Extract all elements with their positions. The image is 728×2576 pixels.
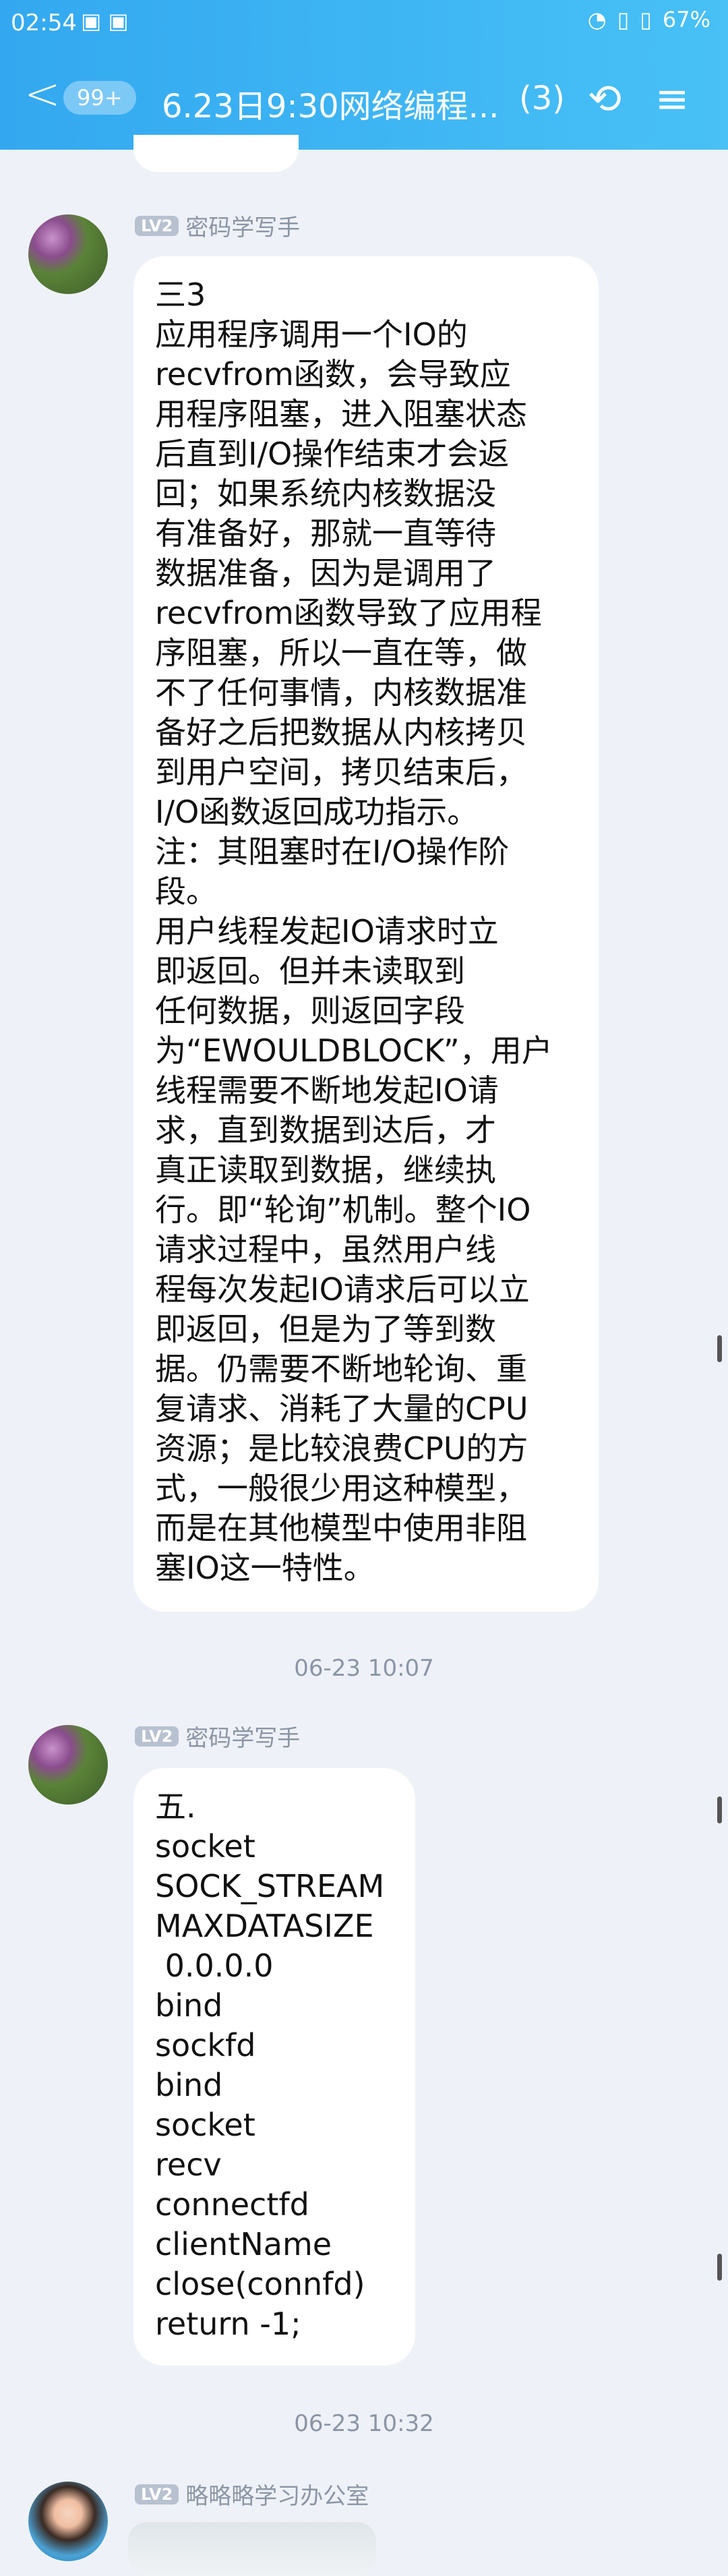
- level-badge: LV2: [135, 2484, 179, 2505]
- message-line: 0.0.0.0: [155, 1948, 274, 1984]
- message-line: 三3: [155, 276, 206, 313]
- previous-message-bubble: [133, 135, 299, 172]
- message-bubble[interactable]: 五. socket SOCK_STREAM MAXDATASIZE 0.0.0.0 bi…: [133, 1768, 415, 2366]
- avatar[interactable]: [28, 2482, 108, 2561]
- message-bubble[interactable]: 三3 应用程序调用一个IO的 recvfrom函数，会导致应 用程序阻塞，进入阻塞状态…: [133, 256, 599, 1612]
- scrollbar-thumb[interactable]: [717, 2254, 722, 2281]
- menu-icon[interactable]: ≡: [646, 73, 698, 125]
- vibrate-icon: ▯: [640, 7, 652, 32]
- avatar[interactable]: [28, 214, 108, 294]
- level-badge: LV2: [135, 215, 179, 236]
- message-line: 任何数据，则返回字段: [155, 993, 465, 1029]
- message-line: SOCK_STREAM: [155, 1868, 385, 1904]
- message-line: 有准备好，那就一直等待: [155, 515, 496, 552]
- message-line: 即返回，但是为了等到数: [155, 1311, 496, 1347]
- message-line: 应用程序调用一个IO的: [155, 316, 468, 353]
- unread-count-badge[interactable]: 99+: [63, 81, 136, 115]
- scrollbar-thumb[interactable]: [717, 1335, 722, 1362]
- timestamp: 06-23 10:07: [294, 1655, 434, 1682]
- message-line: 据。仍需要不断地轮询、重: [155, 1351, 527, 1387]
- notification-icons: ▣ ▣: [81, 8, 129, 34]
- title-bar: < 99+ 6.23日9:30网络编程... (3) ⟲ ≡: [0, 61, 728, 142]
- image-message[interactable]: [128, 2522, 376, 2576]
- message-line: 即返回。但并未读取到: [155, 953, 465, 989]
- message-line: 不了任何事情，内核数据准: [155, 674, 527, 711]
- message-line: clientName: [155, 2226, 332, 2262]
- sender-info: LV2 略略略学习办公室: [135, 2478, 369, 2511]
- message-line: sockfd: [155, 2027, 256, 2063]
- message-line: I/O函数返回成功指示。: [155, 794, 479, 830]
- avatar[interactable]: [28, 1725, 108, 1805]
- message-line: 请求过程中，虽然用户线: [155, 1231, 496, 1268]
- message-line: 为“EWOULDBLOCK”，用户: [155, 1032, 553, 1069]
- message-line: 用程序阻塞，进入阻塞状态: [155, 396, 527, 432]
- sim-icon: ▯: [617, 7, 630, 32]
- message-line: socket: [155, 1828, 255, 1865]
- sender-info: LV2 密码学写手: [135, 209, 300, 242]
- message-line: 注：其阻塞时在I/O操作阶: [155, 833, 510, 870]
- message-line: 五.: [155, 1788, 196, 1825]
- message-line: recv: [155, 2146, 222, 2183]
- message-line: 到用户空间，拷贝结束后，: [155, 754, 527, 790]
- message-line: 求，直到数据到达后，才: [155, 1112, 496, 1148]
- scrollbar-thumb[interactable]: [717, 1796, 722, 1823]
- message-line: 回；如果系统内核数据没: [155, 475, 496, 512]
- message-line: 而是在其他模型中使用非阻: [155, 1510, 527, 1546]
- chat-header: 02:54 ▣ ▣ ◔ ▯ ▯ 67% < 99+ 6.23日9:30网络编程.…: [0, 0, 728, 150]
- status-time: 02:54: [11, 9, 77, 36]
- message-line: 用户线程发起IO请求时立: [155, 913, 499, 949]
- timestamp: 06-23 10:32: [294, 2410, 434, 2437]
- message-line: 后直到I/O操作结束才会返: [155, 436, 510, 472]
- battery-percent: 67%: [662, 7, 710, 32]
- message-line: close(connfd): [155, 2266, 365, 2302]
- message-line: bind: [155, 2067, 223, 2103]
- message-line: 线程需要不断地发起IO请: [155, 1072, 499, 1109]
- group-settings-icon[interactable]: ⟲: [578, 73, 631, 125]
- sender-name: 密码学写手: [185, 1725, 301, 1752]
- message-line: 程每次发起IO请求后可以立: [155, 1271, 530, 1308]
- message-line: 段。: [155, 873, 217, 910]
- back-icon[interactable]: <: [24, 73, 61, 116]
- sender-name: 略略略学习办公室: [185, 2483, 369, 2510]
- message-line: 备好之后把数据从内核拷贝: [155, 714, 527, 751]
- message-line: socket: [155, 2107, 255, 2143]
- sender-name: 密码学写手: [185, 214, 301, 241]
- message-line: recvfrom函数导致了应用程: [155, 595, 542, 631]
- message-line: recvfrom函数，会导致应: [155, 356, 511, 392]
- message-line: MAXDATASIZE: [155, 1908, 374, 1944]
- wifi-icon: ◔: [587, 7, 607, 32]
- sender-info: LV2 密码学写手: [135, 1720, 300, 1753]
- status-right: ◔ ▯ ▯ 67%: [588, 7, 710, 32]
- message-line: bind: [155, 1987, 223, 2024]
- message-line: 行。即“轮询”机制。整个IO: [155, 1192, 531, 1228]
- message-line: 真正读取到数据，继续执: [155, 1152, 496, 1188]
- message-line: connectfd: [155, 2186, 309, 2223]
- message-line: 序阻塞，所以一直在等，做: [155, 635, 527, 671]
- message-line: return -1;: [155, 2306, 301, 2342]
- status-bar: 02:54 ▣ ▣ ◔ ▯ ▯ 67%: [0, 0, 728, 50]
- message-line: 数据准备，因为是调用了: [155, 555, 496, 591]
- message-line: 复请求、消耗了大量的CPU: [155, 1391, 528, 1427]
- message-line: 式，一般很少用这种模型，: [155, 1470, 527, 1506]
- message-line: 资源；是比较浪费CPU的方: [155, 1430, 528, 1467]
- member-count[interactable]: (3): [519, 80, 565, 117]
- level-badge: LV2: [135, 1726, 179, 1747]
- chat-title[interactable]: 6.23日9:30网络编程...: [162, 80, 499, 127]
- message-line: 塞IO这一特性。: [155, 1550, 375, 1586]
